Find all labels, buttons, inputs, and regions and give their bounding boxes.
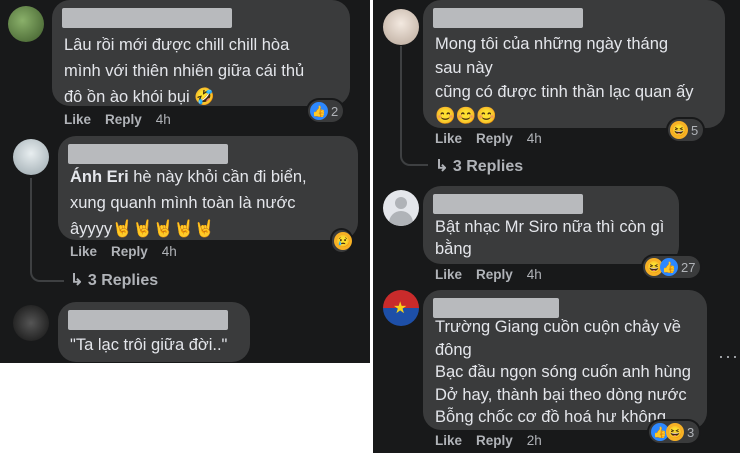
comment-actions: Like Reply 4h xyxy=(64,112,185,127)
redacted-author-name xyxy=(62,8,232,28)
comment-bubble: "Ta lạc trôi giữa đời.." xyxy=(58,302,250,362)
reaction-count: 5 xyxy=(691,122,699,138)
redacted-author-name xyxy=(68,144,228,164)
reaction-summary[interactable]: 😢 xyxy=(332,230,352,252)
comment-bubble: Ánh Eri hè này khỏi cần đi biển, xung qu… xyxy=(58,136,358,240)
haha-reaction-icon: 😆 xyxy=(666,423,684,441)
more-options-button[interactable]: ··· xyxy=(718,346,739,367)
reaction-count: 3 xyxy=(687,424,695,440)
comment-actions: Like Reply 4h xyxy=(435,267,556,282)
view-replies-link[interactable]: ↳ 3 Replies xyxy=(70,270,158,290)
avatar[interactable]: ★ xyxy=(383,290,419,326)
comment-bubble: Bật nhạc Mr Siro nữa thì còn gì bằng xyxy=(423,186,679,264)
comment-text: "Ta lạc trôi giữa đời.." xyxy=(70,336,228,354)
redacted-author-name xyxy=(433,8,583,28)
reply-arrow-icon: ↳ xyxy=(70,272,84,289)
comment-bubble: Lâu rồi mới được chill chill hòa mình vớ… xyxy=(52,0,350,106)
thread-connector xyxy=(400,46,428,166)
timestamp[interactable]: 2h xyxy=(527,433,542,448)
like-button[interactable]: Like xyxy=(435,131,462,146)
comment-actions: Like Reply 4h xyxy=(70,244,191,259)
star-icon: ★ xyxy=(393,300,408,317)
like-button[interactable]: Like xyxy=(435,267,462,282)
sad-reaction-icon: 😢 xyxy=(334,232,352,250)
reaction-count: 27 xyxy=(681,259,696,275)
left-comment-panel: Lâu rồi mới được chill chill hòa mình vớ… xyxy=(0,0,370,363)
tagged-author-name[interactable]: Ánh Eri xyxy=(70,168,129,186)
timestamp[interactable]: 4h xyxy=(527,131,542,146)
reply-button[interactable]: Reply xyxy=(111,244,148,259)
reply-arrow-icon: ↳ xyxy=(435,158,449,175)
avatar[interactable] xyxy=(13,139,49,175)
reaction-count: 2 xyxy=(331,103,339,119)
reply-button[interactable]: Reply xyxy=(105,112,142,127)
timestamp[interactable]: 4h xyxy=(527,267,542,282)
redacted-author-name xyxy=(433,298,559,318)
comment-bubble: Trường Giang cuồn cuộn chảy về đông Bạc … xyxy=(423,290,707,430)
avatar[interactable] xyxy=(13,305,49,341)
haha-reaction-icon: 😆 xyxy=(670,121,688,139)
comment-text: Mong tôi của những ngày tháng sau này cũ… xyxy=(435,35,694,125)
comment-text: Ánh Eri hè này khỏi cần đi biển, xung qu… xyxy=(70,168,307,238)
reaction-summary[interactable]: 👍 2 xyxy=(308,100,344,122)
avatar[interactable] xyxy=(383,9,419,45)
default-avatar-body xyxy=(389,211,413,226)
like-reaction-icon: 👍 xyxy=(310,102,328,120)
like-button[interactable]: Like xyxy=(435,433,462,448)
view-replies-link[interactable]: ↳ 3 Replies xyxy=(435,156,523,176)
comment-actions: Like Reply 4h xyxy=(435,131,556,146)
avatar[interactable] xyxy=(383,190,419,226)
redacted-author-name xyxy=(433,194,583,214)
reply-button[interactable]: Reply xyxy=(476,131,513,146)
timestamp[interactable]: 4h xyxy=(162,244,177,259)
timestamp[interactable]: 4h xyxy=(156,112,171,127)
default-avatar-head xyxy=(395,197,407,209)
thread-connector xyxy=(30,178,64,282)
comment-text: Bật nhạc Mr Siro nữa thì còn gì bằng xyxy=(435,218,665,258)
avatar[interactable] xyxy=(8,6,44,42)
redacted-author-name xyxy=(68,310,228,330)
reply-button[interactable]: Reply xyxy=(476,433,513,448)
reaction-summary[interactable]: 😆 5 xyxy=(668,119,704,141)
comment-bubble: Mong tôi của những ngày tháng sau này cũ… xyxy=(423,0,725,128)
right-comment-panel: Mong tôi của những ngày tháng sau này cũ… xyxy=(373,0,740,453)
comment-text: Lâu rồi mới được chill chill hòa mình vớ… xyxy=(64,36,305,106)
reply-button[interactable]: Reply xyxy=(476,267,513,282)
comment-text: Trường Giang cuồn cuộn chảy về đông Bạc … xyxy=(435,318,691,426)
comment-actions: Like Reply 2h xyxy=(435,433,556,448)
like-button[interactable]: Like xyxy=(70,244,97,259)
like-button[interactable]: Like xyxy=(64,112,91,127)
reaction-summary[interactable]: 👍 😆 3 xyxy=(649,421,700,443)
like-reaction-icon: 👍 xyxy=(660,258,678,276)
reaction-summary[interactable]: 😆 👍 27 xyxy=(643,256,701,278)
